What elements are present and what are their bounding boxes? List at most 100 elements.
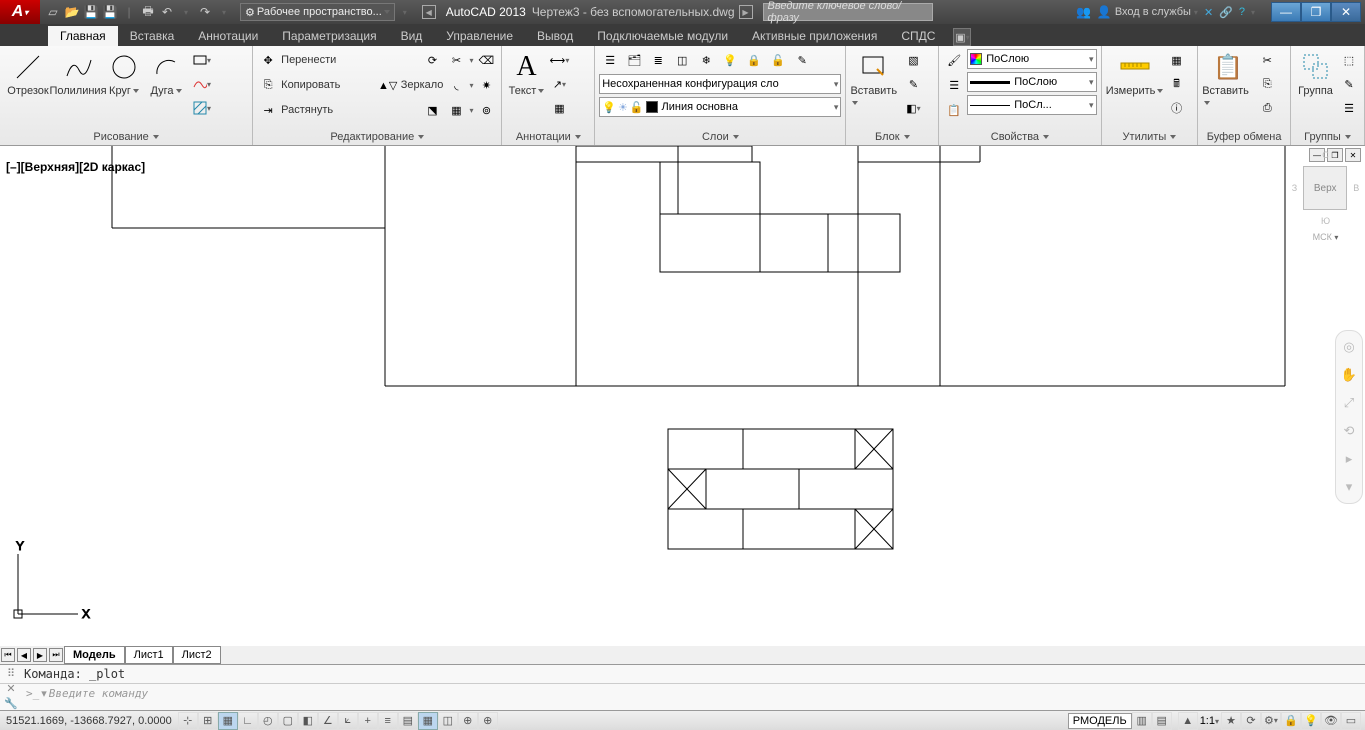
ortho-icon[interactable]: ∟ xyxy=(238,712,258,730)
osnap-icon[interactable]: ▢ xyxy=(278,712,298,730)
3dosnap-icon[interactable]: ◧ xyxy=(298,712,318,730)
tab-manage[interactable]: Управление xyxy=(434,26,525,46)
save-icon[interactable]: 💾 xyxy=(82,3,100,21)
tab-active[interactable]: Активные приложения xyxy=(740,26,889,46)
copy-button[interactable]: Копировать xyxy=(281,79,340,91)
move-button[interactable]: Перенести xyxy=(281,54,336,66)
layerlock-icon[interactable]: 🔒 xyxy=(743,49,765,71)
annoscale-icon[interactable]: ▲ xyxy=(1178,712,1198,730)
stayconnected-icon[interactable]: 🔗 xyxy=(1219,6,1233,19)
grid-icon[interactable]: ▦ xyxy=(218,712,238,730)
command-input[interactable]: Введите команду xyxy=(47,685,1363,702)
arc-button[interactable]: Дуга xyxy=(146,49,186,127)
array-icon[interactable]: ▦ xyxy=(445,99,467,121)
panel-props-title[interactable]: Свойства xyxy=(939,127,1100,145)
group-edit-icon[interactable]: ✎ xyxy=(1338,73,1360,95)
wcs-label[interactable]: МСК ▾ xyxy=(1313,232,1339,242)
dimension-icon[interactable]: ⟷▾ xyxy=(548,49,570,71)
minimize-button[interactable]: — xyxy=(1271,2,1301,22)
exchange-icon[interactable]: ✕ xyxy=(1204,6,1213,19)
close-button[interactable]: ✕ xyxy=(1331,2,1361,22)
lwt-icon[interactable]: ≡ xyxy=(378,712,398,730)
ducs-icon[interactable]: ⟀ xyxy=(338,712,358,730)
orbit-icon[interactable]: ⟲ xyxy=(1339,421,1359,441)
panel-layers-title[interactable]: Слои xyxy=(595,127,845,145)
table-icon[interactable]: ▦ xyxy=(548,97,570,119)
hatch-icon[interactable]: ▾ xyxy=(190,97,212,119)
cut-icon[interactable]: ✂ xyxy=(1256,49,1278,71)
viewcube-face[interactable]: Верх xyxy=(1303,166,1347,210)
move-icon[interactable]: ✥ xyxy=(257,49,279,71)
annoreset-icon[interactable]: ⟳ xyxy=(1241,712,1261,730)
dyn-icon[interactable]: + xyxy=(358,712,378,730)
new-icon[interactable]: ▱ xyxy=(44,3,62,21)
help-icon[interactable]: ? xyxy=(1239,6,1245,18)
layout-first-icon[interactable]: ⏮ xyxy=(1,648,15,662)
workspace-combo[interactable]: ⚙Рабочее пространство... xyxy=(240,3,395,21)
panel-block-title[interactable]: Блок xyxy=(846,127,938,145)
erase-icon[interactable]: ⌫ xyxy=(475,49,497,71)
line-button[interactable]: Отрезок xyxy=(4,49,52,127)
drawing-area[interactable]: [–][Верхняя][2D каркас] xyxy=(0,146,1365,646)
quickview-layouts-icon[interactable]: ▥ xyxy=(1132,712,1152,730)
layout-last-icon[interactable]: ⏭ xyxy=(49,648,63,662)
cmd-close-icon[interactable]: ✕ xyxy=(2,682,20,695)
leader-icon[interactable]: ↗▾ xyxy=(548,73,570,95)
help-search-input[interactable]: Введите ключевое слово/фразу xyxy=(763,3,933,21)
scale-icon[interactable]: ⬔ xyxy=(421,99,443,121)
layer-combo[interactable]: 💡☀🔓Линия основна▾ xyxy=(599,97,841,117)
linetype-combo[interactable]: ПоСл...▾ xyxy=(967,95,1096,115)
tab-home[interactable]: Главная xyxy=(48,26,118,46)
rectangle-icon[interactable]: ▾ xyxy=(190,49,212,71)
panel-draw-title[interactable]: Рисование xyxy=(0,127,252,145)
otrack-icon[interactable]: ∠ xyxy=(318,712,338,730)
spline-icon[interactable]: ▾ xyxy=(190,73,212,95)
scale-readout[interactable]: 1:1▾ xyxy=(1198,715,1221,727)
nav-more-icon[interactable]: ▾ xyxy=(1339,477,1359,497)
stretch-icon[interactable]: ⇥ xyxy=(257,99,279,121)
layer-state-combo[interactable]: Несохраненная конфигурация сло▾ xyxy=(599,74,841,94)
layerprops-icon[interactable]: ☰ xyxy=(599,49,621,71)
quickcalc-icon[interactable]: 🖩 xyxy=(1166,73,1188,95)
paste-button[interactable]: 📋Вставить xyxy=(1202,49,1254,127)
layerfreeze-icon[interactable]: ❄ xyxy=(695,49,717,71)
hardware-accel-icon[interactable]: 💡 xyxy=(1301,712,1321,730)
layeriso-icon[interactable]: ≣ xyxy=(647,49,669,71)
toolbar-lock-icon[interactable]: 🔒 xyxy=(1281,712,1301,730)
pan-icon[interactable]: ✋ xyxy=(1339,365,1359,385)
am2-icon[interactable]: ⊕ xyxy=(478,712,498,730)
group-mgr-icon[interactable]: ☰ xyxy=(1338,97,1360,119)
layout-tab-model[interactable]: Модель xyxy=(64,646,125,664)
qp-icon[interactable]: ▦ xyxy=(418,712,438,730)
ribbon-minimize-button[interactable]: ▣▾ xyxy=(953,28,971,46)
viewcube[interactable]: С З Верх В Ю МСК ▾ xyxy=(1288,150,1363,310)
tab-spds[interactable]: СПДС xyxy=(889,26,947,46)
copy-base-icon[interactable]: ⎙ xyxy=(1256,97,1278,119)
layout-tab-sheet1[interactable]: Лист1 xyxy=(125,646,173,664)
model-space-button[interactable]: РМОДЕЛЬ xyxy=(1068,713,1132,729)
circle-button[interactable]: Круг xyxy=(104,49,144,127)
cmd-drag-icon[interactable]: ⠿ xyxy=(2,667,20,680)
coords-readout[interactable]: 51521.1669, -13668.7927, 0.0000 xyxy=(0,715,178,727)
layermatch-icon[interactable]: ◫ xyxy=(671,49,693,71)
layerunlock-icon[interactable]: 🔓 xyxy=(767,49,789,71)
copy-icon[interactable]: ⎘ xyxy=(257,74,279,96)
offset-icon[interactable]: ⊚ xyxy=(475,99,497,121)
proppalette-icon[interactable]: ☰ xyxy=(943,74,965,96)
restore-button[interactable]: ❐ xyxy=(1301,2,1331,22)
plot-icon[interactable]: 🖶 xyxy=(139,3,157,21)
fillet-icon[interactable]: ◟ xyxy=(445,74,467,96)
stretch-button[interactable]: Растянуть xyxy=(281,104,333,116)
wheel-icon[interactable]: ◎ xyxy=(1339,337,1359,357)
app-menu-icon[interactable]: A▾ xyxy=(0,0,40,24)
layout-next-icon[interactable]: ▶ xyxy=(33,648,47,662)
polyline-button[interactable]: Полилиния xyxy=(54,49,102,127)
panel-annot-title[interactable]: Аннотации xyxy=(502,127,594,145)
layout-prev-icon[interactable]: ◀ xyxy=(17,648,31,662)
am-icon[interactable]: ⊕ xyxy=(458,712,478,730)
infer-icon[interactable]: ⊹ xyxy=(178,712,198,730)
layerstate-icon[interactable]: 🗂 xyxy=(623,49,645,71)
redo-icon[interactable]: ↷ xyxy=(196,3,214,21)
copy-clip-icon[interactable]: ⎘ xyxy=(1256,73,1278,95)
tab-parametric[interactable]: Параметризация xyxy=(270,26,388,46)
